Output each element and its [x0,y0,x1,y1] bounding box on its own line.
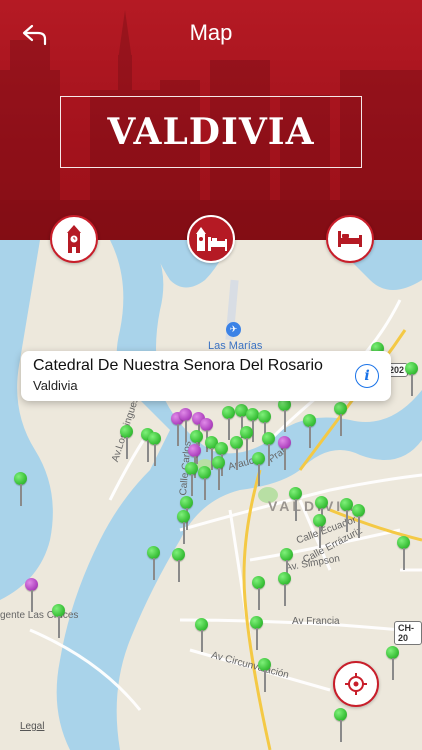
map-pin[interactable] [212,456,226,492]
place-callout[interactable]: Catedral De Nuestra Senora Del Rosario V… [21,351,391,401]
map-pin[interactable] [198,466,212,502]
info-button[interactable]: i [355,364,379,388]
locate-me-button[interactable] [333,661,379,707]
map-pin[interactable] [397,536,411,572]
city-name-box: VALDIVIA [60,96,362,168]
map-pin[interactable] [52,604,66,640]
map-pin[interactable] [258,658,272,694]
page-title: Map [189,20,233,45]
legal-link[interactable]: Legal [20,721,44,732]
city-name: VALDIVIA [107,111,315,153]
map-pin[interactable] [177,510,191,546]
callout-title: Catedral De Nuestra Senora Del Rosario [33,357,323,374]
map-pin[interactable] [313,514,327,550]
map-pin[interactable] [334,402,348,438]
landmarks-category-button[interactable] [50,215,98,263]
hotel-landmark-icon [196,227,227,251]
street-label: gente Las Cruces [0,610,79,621]
map-pin[interactable] [120,425,134,461]
header-banner: Map VALDIVIA [0,0,422,240]
map-pin[interactable] [195,618,209,654]
all-category-button[interactable] [187,215,235,263]
info-icon: i [364,368,370,384]
callout-subtitle: Valdivia [33,378,78,393]
map-pin[interactable] [185,462,199,498]
airport-icon[interactable]: ✈ [226,322,241,337]
map-pin[interactable] [250,616,264,652]
bed-icon [338,231,362,247]
map-pin[interactable] [278,436,292,472]
map-pin[interactable] [352,504,366,540]
map-pin[interactable] [334,708,348,744]
map-pin[interactable] [14,472,28,508]
map-pin[interactable] [25,578,39,614]
map-pin[interactable] [148,432,162,468]
street-label: Av Francia [292,616,340,627]
map-pin[interactable] [405,362,419,398]
map-pin[interactable] [147,546,161,582]
app-screen: Map VALDIVIA ✈ Las Marías VALDIVIA Av.Lo… [0,0,422,750]
clock-tower-icon [67,225,81,253]
map-pin[interactable] [278,572,292,608]
map-pin[interactable] [278,398,292,434]
map-pin[interactable] [172,548,186,584]
hotels-category-button[interactable] [326,215,374,263]
map-pin[interactable] [252,576,266,612]
crosshair-icon [345,673,367,695]
map-pin[interactable] [386,646,400,682]
road-sign-ch20: CH-20 [394,621,422,645]
map-pin[interactable] [252,452,266,488]
map-pin[interactable] [303,414,317,450]
map-pin[interactable] [289,487,303,523]
